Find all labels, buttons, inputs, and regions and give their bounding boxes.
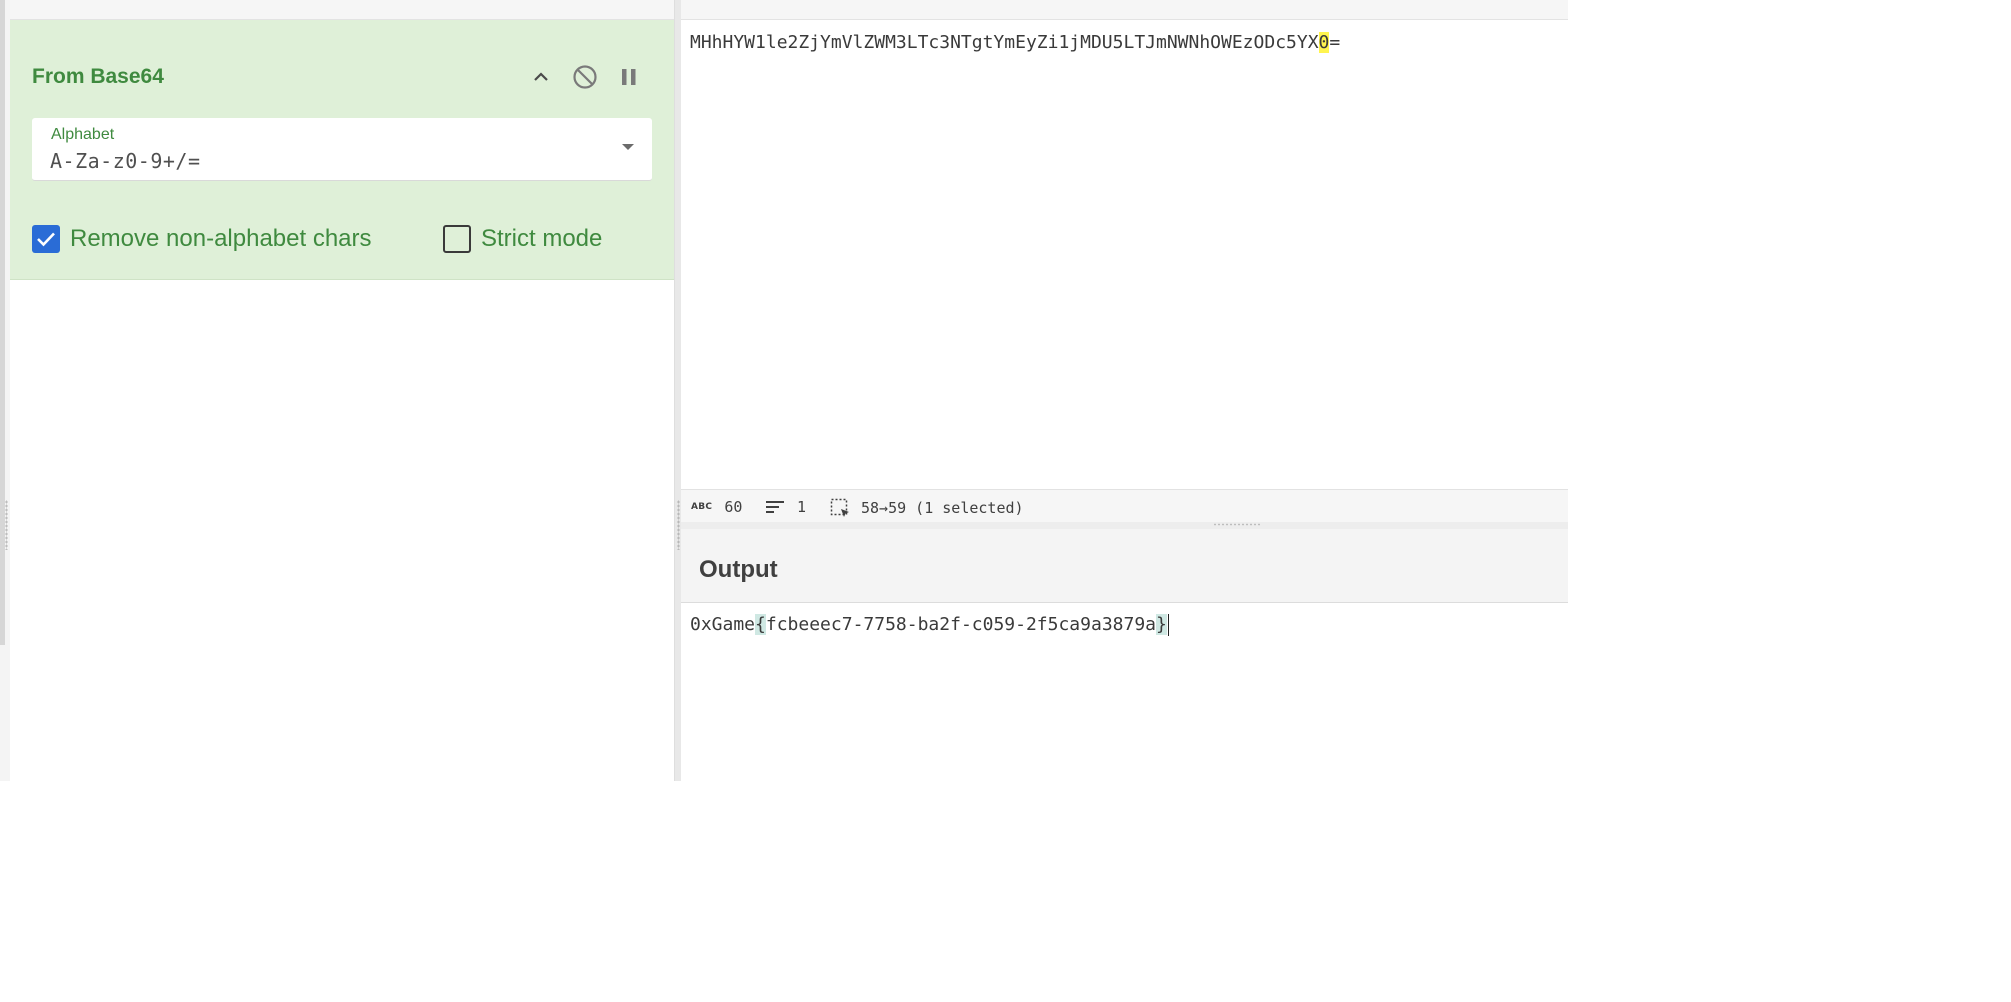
lines-icon: [766, 501, 784, 513]
strict-mode-label: Strict mode: [481, 225, 603, 252]
output-pane: Output 0xGame{fcbeeec7-7758-ba2f-c059-2f…: [681, 529, 1568, 781]
disable-button[interactable]: [570, 62, 600, 92]
alphabet-select[interactable]: Alphabet A-Za-z0-9+/=: [32, 118, 652, 181]
remove-non-alphabet-checkbox[interactable]: [32, 225, 60, 253]
input-pane: MHhHYW1le2ZjYmVlZWM3LTc3NTgtYmEyZi1jMDU5…: [681, 0, 1568, 524]
lines-value: 1: [797, 498, 807, 516]
dropdown-caret-icon: [622, 144, 634, 150]
length-value: 60: [724, 498, 743, 516]
output-brace-open: {: [755, 614, 766, 635]
strict-mode-option[interactable]: Strict mode: [443, 225, 602, 253]
output-brace-close: }: [1156, 614, 1167, 635]
horizontal-splitter-grip[interactable]: [1213, 523, 1261, 526]
remove-non-alphabet-option[interactable]: Remove non-alphabet chars: [32, 225, 372, 253]
recipe-topbar: [10, 0, 674, 20]
selection-status: 58→59 (1 selected): [830, 498, 1024, 518]
horizontal-splitter[interactable]: [681, 522, 1568, 529]
alphabet-value: A-Za-z0-9+/=: [50, 149, 201, 173]
operation-card-from-base64: From Base64 Alphabet A-Za-z0-9+/= Remove…: [10, 20, 674, 280]
pause-icon: [622, 69, 636, 85]
breakpoint-button[interactable]: [614, 62, 644, 92]
output-text-pre: 0xGame: [690, 614, 756, 635]
lines-status: 1: [765, 498, 806, 516]
input-textarea[interactable]: MHhHYW1le2ZjYmVlZWM3LTc3NTgtYmEyZi1jMDU5…: [690, 32, 1340, 53]
output-textarea[interactable]: 0xGame{fcbeeec7-7758-ba2f-c059-2f5ca9a38…: [690, 614, 1169, 636]
input-selection: 0: [1318, 32, 1330, 53]
input-status-bar: ABC 60 1 58→59 (1 selected): [681, 489, 1568, 524]
strict-mode-checkbox[interactable]: [443, 225, 471, 253]
operation-title: From Base64: [32, 65, 164, 88]
remove-non-alphabet-label: Remove non-alphabet chars: [70, 225, 372, 252]
input-text-before: MHhHYW1le2ZjYmVlZWM3LTc3NTgtYmEyZi1jMDU5…: [690, 32, 1319, 53]
selection-value: 58→59 (1 selected): [861, 499, 1024, 517]
disable-icon: [573, 65, 597, 89]
input-text-after: =: [1329, 32, 1341, 53]
splitter-grip[interactable]: [677, 500, 680, 550]
left-panel-edge: [0, 0, 10, 781]
output-title: Output: [699, 556, 778, 583]
length-status: ABC 60: [691, 498, 742, 516]
recipe-panel: From Base64 Alphabet A-Za-z0-9+/= Remove…: [10, 0, 674, 781]
output-header: Output: [681, 529, 1568, 603]
abc-icon: ABC: [691, 502, 713, 512]
alphabet-label: Alphabet: [51, 126, 115, 143]
text-cursor: [1167, 614, 1169, 636]
selection-icon: [830, 498, 849, 517]
checkmark-icon: [37, 232, 55, 247]
collapse-button[interactable]: [526, 62, 556, 92]
chevron-up-icon: [534, 72, 548, 81]
input-topbar: [681, 0, 1568, 20]
output-text-mid: fcbeeec7-7758-ba2f-c059-2f5ca9a3879a: [765, 614, 1157, 635]
left-resize-handle[interactable]: [5, 500, 8, 550]
